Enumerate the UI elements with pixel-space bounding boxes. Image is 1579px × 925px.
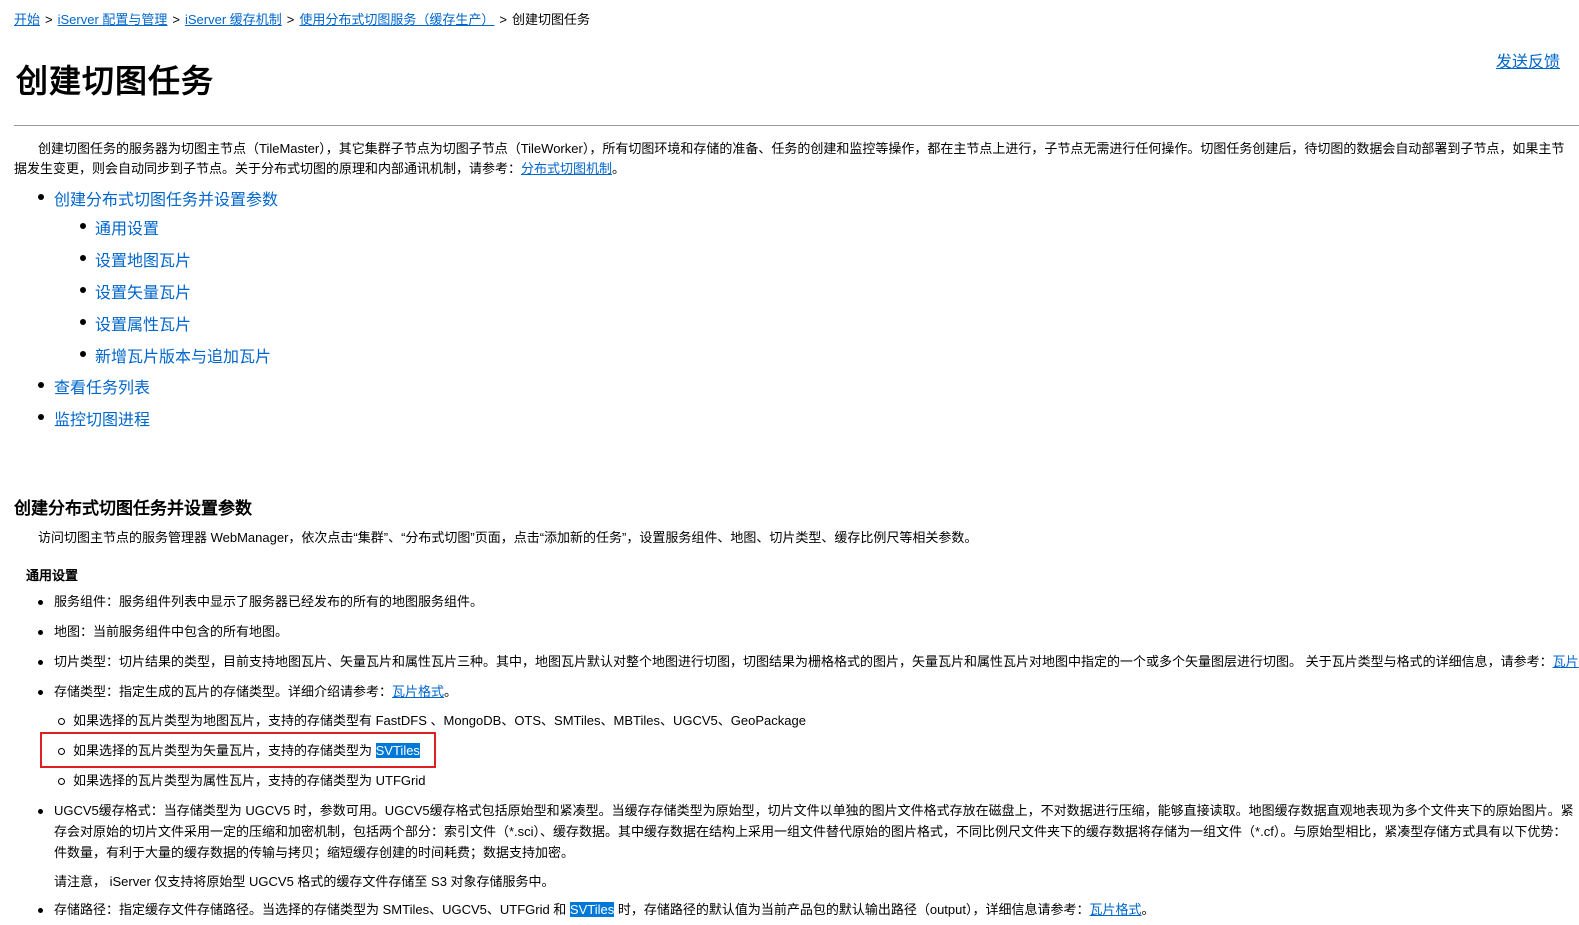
path-text-2: 时，存储路径的默认值为当前产品包的默认输出路径（output），详细信息请参考： [614,902,1090,917]
circle-bullet-icon [58,718,65,725]
bullet-icon [38,908,43,913]
intro-line-1: 创建切图任务的服务器为切图主节点（TileMaster），其它集群子节点为切图子… [38,141,1565,156]
highlighted-text: SVTiles [569,902,615,917]
toc-link-map-tiles[interactable]: 设置地图瓦片 [95,247,191,271]
breadcrumb-separator: > [172,12,180,27]
bullet-icon [38,630,43,635]
send-feedback-link[interactable]: 发送反馈 [1496,48,1560,72]
breadcrumb-link-home[interactable]: 开始 [14,12,40,27]
ugcv5-line-1: UGCV5缓存格式：当存储类型为 UGCV5 时，参数可用。UGCV5缓存格式包… [54,803,1574,818]
ugcv5-note: 请注意， iServer 仅支持将原始型 UGCV5 格式的缓存文件存储至 S3… [54,874,555,889]
circle-bullet-icon [58,778,65,785]
toc-link-general[interactable]: 通用设置 [95,215,159,239]
breadcrumb-separator: > [286,12,295,27]
title-divider [14,125,1579,126]
breadcrumb-link-config[interactable]: iServer 配置与管理 [58,12,168,27]
tile-link[interactable]: 瓦片 [1553,654,1579,669]
breadcrumb-separator: > [499,12,507,27]
intro-suffix: 。 [612,161,626,176]
section-intro: 访问切图主节点的服务管理器 WebManager，依次点击“集群”、“分布式切图… [38,530,978,545]
storage-text: 存储类型：指定生成的瓦片的存储类型。详细介绍请参考： [54,684,393,699]
breadcrumb-current: 创建切图任务 [512,12,591,27]
tile-format-link[interactable]: 瓦片格式 [1090,902,1142,917]
bullet-icon [80,255,86,261]
toc-link-monitor[interactable]: 监控切图进程 [54,406,150,430]
ugcv5-line-3: 件数量，有利于大量的缓存数据的传输与拷贝；缩短缓存创建的时间耗费；数据支持加密。 [54,845,575,860]
storage-suffix: 。 [444,684,458,699]
bullet-icon [38,600,43,605]
intro-line-2: 据发生变更，则会自动同步到子节点。关于分布式切图的原理和内部通讯机制，请参考：分… [14,159,1579,179]
tile-format-link[interactable]: 瓦片格式 [392,684,444,699]
bullet-icon [38,660,43,665]
section-heading: 创建分布式切图任务并设置参数 [14,499,252,518]
path-suffix: 。 [1141,902,1155,917]
toc-link-vector-tiles[interactable]: 设置矢量瓦片 [95,279,191,303]
bullet-icon [38,809,43,814]
page-title: 创建切图任务 [16,63,215,99]
bullet-icon [80,287,86,293]
list-item-text: 存储路径：指定缓存文件存储路径。当选择的存储类型为 SMTiles、UGCV5、… [54,900,1155,920]
annotation-box [40,732,436,768]
tile-type-text: 切片类型：切片结果的类型，目前支持地图瓦片、矢量瓦片和属性瓦片三种。其中，地图瓦… [54,654,1553,669]
breadcrumb: 开始 > iServer 配置与管理 > iServer 缓存机制 > 使用分布式切图服务（… [14,9,590,28]
breadcrumb-link-distributed[interactable]: 使用分布式切图服务（缓存生产） [299,12,494,27]
ugcv5-line-2: 存会对原始的切片文件采用一定的压缩和加密机制，包括两个部分：索引文件（*.sci… [54,824,1567,839]
list-item-text: 切片类型：切片结果的类型，目前支持地图瓦片、矢量瓦片和属性瓦片三种。其中，地图瓦… [54,652,1579,672]
list-item-text: 存储类型：指定生成的瓦片的存储类型。详细介绍请参考：瓦片格式。 [54,682,457,702]
bullet-icon [80,319,86,325]
toc-link-task-list[interactable]: 查看任务列表 [54,374,150,398]
list-item-text: 服务组件：服务组件列表中显示了服务器已经发布的所有的地图服务组件。 [54,594,484,609]
bullet-icon [38,414,44,420]
list-item-text: 如果选择的瓦片类型为地图瓦片，支持的存储类型有 FastDFS 、MongoDB… [73,713,806,728]
intro-paragraph: 创建切图任务的服务器为切图主节点（TileMaster），其它集群子节点为切图子… [14,139,1579,179]
breadcrumb-separator: > [45,12,53,27]
toc-link-tile-version[interactable]: 新增瓦片版本与追加瓦片 [95,343,271,367]
bullet-icon [38,382,44,388]
sub-heading-general: 通用设置 [26,568,79,583]
bullet-icon [80,223,86,229]
list-item-text: 地图：当前服务组件中包含的所有地图。 [54,624,289,639]
bullet-icon [38,690,43,695]
breadcrumb-link-cache[interactable]: iServer 缓存机制 [185,12,282,27]
path-text: 存储路径：指定缓存文件存储路径。当选择的存储类型为 SMTiles、UGCV5、… [54,902,570,917]
toc-link-attribute-tiles[interactable]: 设置属性瓦片 [95,311,191,335]
list-item-text: 如果选择的瓦片类型为属性瓦片，支持的存储类型为 UTFGrid [73,773,426,788]
toc-link-create-task[interactable]: 创建分布式切图任务并设置参数 [54,186,278,210]
distributed-mechanism-link[interactable]: 分布式切图机制 [521,161,612,176]
bullet-icon [38,194,44,200]
intro-text: 据发生变更，则会自动同步到子节点。关于分布式切图的原理和内部通讯机制，请参考： [14,161,522,176]
bullet-icon [80,351,86,357]
